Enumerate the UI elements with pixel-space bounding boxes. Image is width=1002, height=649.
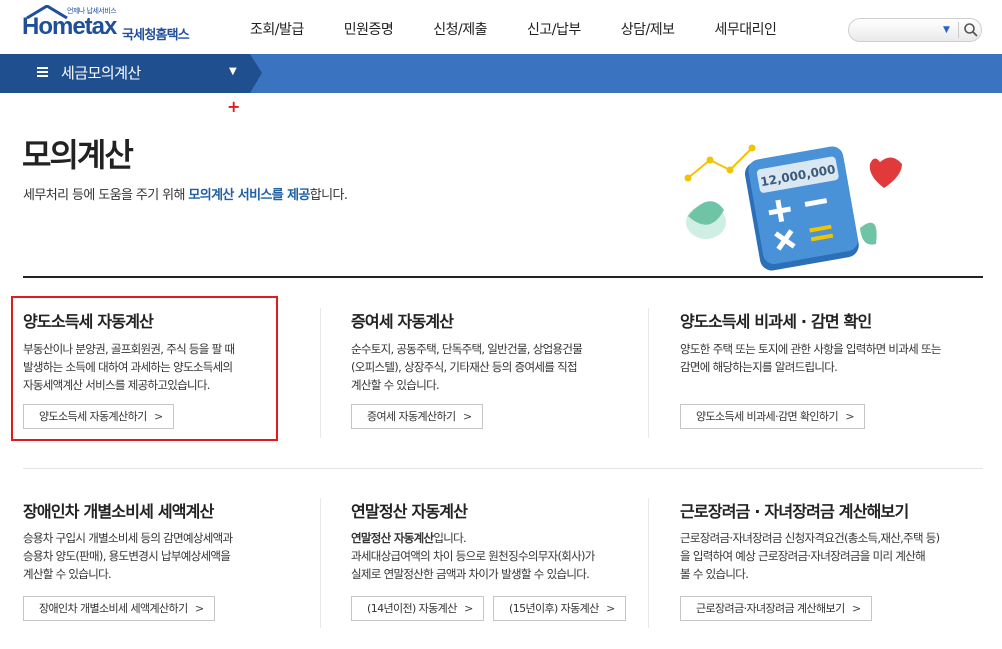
row-divider xyxy=(23,468,983,469)
button-label: 근로장려금·자녀장려금 계산해보기 xyxy=(696,602,845,615)
card-body-disabled-vehicle: 승용차 구입시 개별소비세 등의 감면예상세액과 승용차 양도(판매), 용도변… xyxy=(23,531,233,581)
desc-highlight: 모의계산 서비스를 제공 xyxy=(188,188,310,203)
gnb-item-filing[interactable]: 신고/납부 xyxy=(527,19,581,41)
column-divider xyxy=(320,498,321,628)
card-body-bold-tail: 입니다. xyxy=(433,531,466,545)
search-divider xyxy=(958,22,959,38)
card-title-earned-income-credit: 근로장려금 · 자녀장려금 계산해보기 xyxy=(680,502,909,521)
menu-icon xyxy=(37,67,48,77)
chevron-right-icon: > xyxy=(606,602,615,615)
card-title-disabled-vehicle: 장애인차 개별소비세 세액계산 xyxy=(23,502,214,521)
card-body-gift-tax: 순수토지, 공동주택, 단독주택, 일반건물, 상업용건물 (오피스텔), 상장… xyxy=(351,342,583,392)
chevron-right-icon: > xyxy=(851,602,861,615)
chevron-right-icon: > xyxy=(462,410,472,423)
logo-brand: Hometax xyxy=(22,13,117,40)
chevron-right-icon: > xyxy=(845,410,854,423)
gnb-item-application[interactable]: 신청/제출 xyxy=(433,19,487,41)
earned-income-credit-button[interactable]: 근로장려금·자녀장려금 계산해보기 > xyxy=(680,596,872,621)
card-body-year-end: 과세대상급여액의 차이 등으로 원천징수의무자(회사)가 실제로 연말정산한 금… xyxy=(351,549,595,581)
button-label: 양도소득세 비과세·감면 확인하기 xyxy=(696,410,839,423)
card-title-gift-tax: 증여세 자동계산 xyxy=(351,312,454,331)
chevron-right-icon: > xyxy=(194,602,204,615)
column-divider xyxy=(320,308,321,438)
disabled-vehicle-calc-button[interactable]: 장애인차 개별소비세 세액계산하기 > xyxy=(23,596,215,621)
gnb-item-tax-agent[interactable]: 세무대리인 xyxy=(715,19,777,41)
column-divider xyxy=(648,308,649,438)
calculator-illustration: 12,000,000 xyxy=(684,144,902,271)
button-label: 증여세 자동계산하기 xyxy=(367,410,456,423)
search-input[interactable]: ▼ xyxy=(848,18,982,42)
card-body-year-end-intro: 연말정산 자동계산입니다. xyxy=(351,529,467,547)
gnb-item-inquiry[interactable]: 조회/발급 xyxy=(250,19,304,41)
card-title-exemption-check: 양도소득세 비과세 · 감면 확인 xyxy=(680,312,872,331)
chevron-down-icon[interactable]: ▼ xyxy=(943,25,950,35)
year-end-after-2015-button[interactable]: (15년이후) 자동계산 > xyxy=(493,596,626,621)
logo-korean: 국세청홈택스 xyxy=(122,28,190,43)
desc-text-tail: 합니다. xyxy=(309,188,348,203)
page-description: 세무처리 등에 도움을 주기 위해 모의계산 서비스를 제공합니다. xyxy=(23,184,348,203)
column-divider xyxy=(648,498,649,628)
year-end-before-2014-button[interactable]: (14년이전) 자동계산 > xyxy=(351,596,484,621)
hometax-logo[interactable]: 언제나 납세서비스 Hometax 국세청홈택스 xyxy=(22,5,212,48)
search-icon[interactable] xyxy=(963,22,979,38)
header: 언제나 납세서비스 Hometax 국세청홈택스 조회/발급 민원증명 신청/제… xyxy=(0,0,1002,54)
chevron-right-icon: > xyxy=(464,602,473,615)
button-label: (15년이후) 자동계산 xyxy=(509,602,599,615)
button-label: 장애인차 개별소비세 세액계산하기 xyxy=(39,602,188,615)
gnb-item-consult[interactable]: 상담/제보 xyxy=(621,19,675,41)
button-label: (14년이전) 자동계산 xyxy=(367,602,457,615)
section-divider xyxy=(23,276,983,278)
global-nav: 조회/발급 민원증명 신청/제출 신고/납부 상담/제보 세무대리인 xyxy=(236,19,777,41)
annotation-highlight-box xyxy=(11,296,278,441)
gnb-item-certificate[interactable]: 민원증명 xyxy=(344,19,394,41)
sub-navigation-bar: 세금모의계산 ▼ xyxy=(0,54,1002,93)
gift-tax-calc-button[interactable]: 증여세 자동계산하기 > xyxy=(351,404,483,429)
page-title: 모의계산 xyxy=(22,136,134,174)
chevron-down-icon: ▼ xyxy=(229,66,237,77)
subnav-title: 세금모의계산 xyxy=(61,64,141,82)
desc-text: 세무처리 등에 도움을 주기 위해 xyxy=(23,188,189,203)
card-body-earned-income-credit: 근로장려금·자녀장려금 신청자격요건(총소득,재산,주택 등) 을 입력하여 예… xyxy=(680,531,940,581)
card-body-bold: 연말정산 자동계산 xyxy=(351,531,434,545)
exemption-check-button[interactable]: 양도소득세 비과세·감면 확인하기 > xyxy=(680,404,865,429)
card-title-year-end: 연말정산 자동계산 xyxy=(351,502,468,521)
card-body-exemption-check: 양도한 주택 또는 토지에 관한 사항을 입력하면 비과세 또는 감면에 해당하… xyxy=(680,342,941,374)
subnav-menu-button[interactable]: 세금모의계산 ▼ xyxy=(0,54,262,93)
page-root: 언제나 납세서비스 Hometax 국세청홈택스 조회/발급 민원증명 신청/제… xyxy=(0,0,1002,649)
annotation-plus-marker: + xyxy=(227,97,241,116)
